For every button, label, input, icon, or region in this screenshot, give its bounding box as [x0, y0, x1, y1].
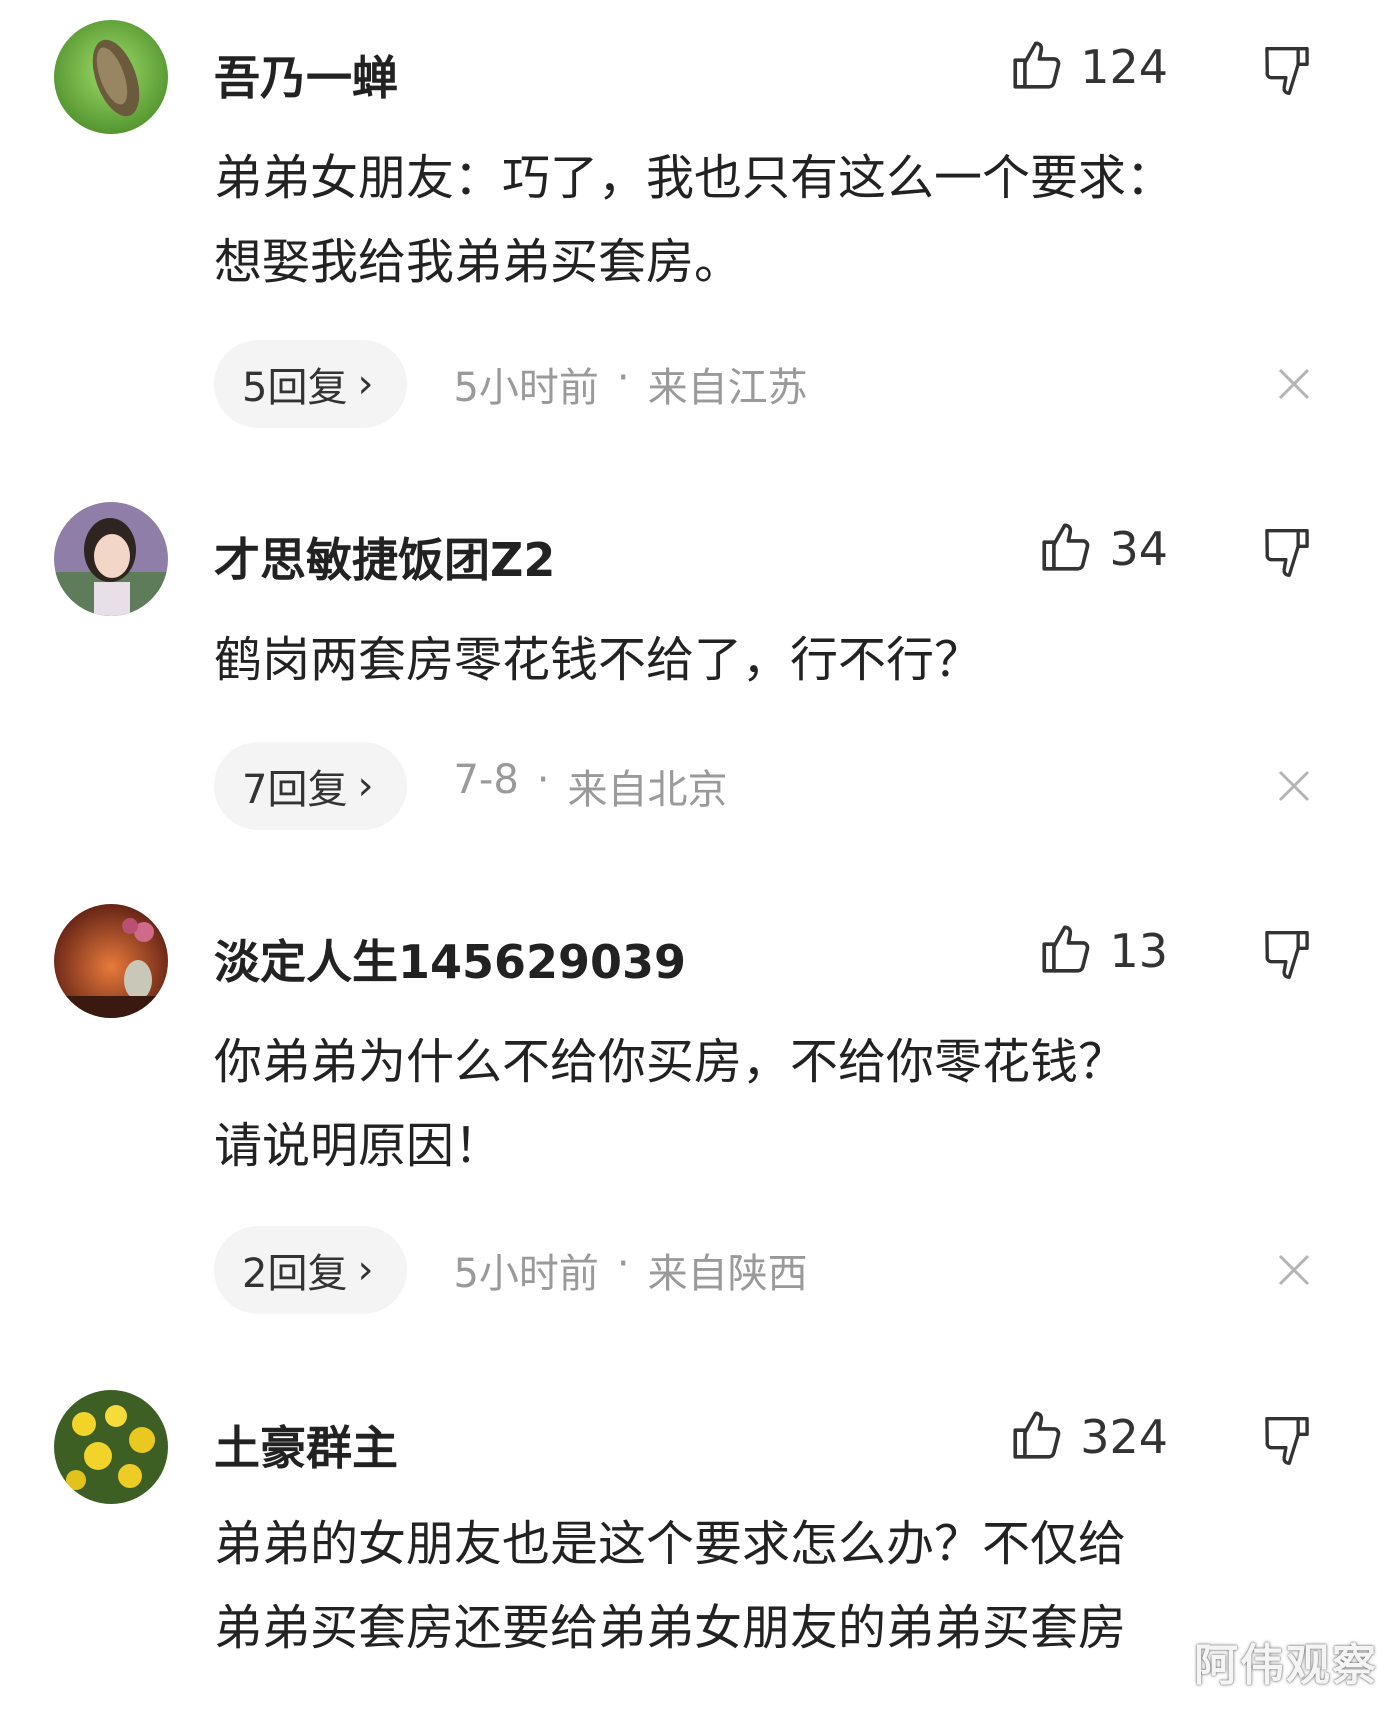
comment-content: 弟弟的女朋友也是这个要求怎么办？不仅给 弟弟买套房还要给弟弟女朋友的弟弟买套房 — [214, 1502, 1324, 1670]
watermark: 阿伟观察 — [1194, 1640, 1378, 1691]
comment-content: 你弟弟为什么不给你买房，不给你零花钱？ 请说明原因！ — [214, 1020, 1324, 1188]
replies-button[interactable]: 7回复 › — [214, 742, 408, 830]
like-button[interactable]: 13 — [1037, 920, 1168, 982]
meta-info: 5小时前 · 来自江苏 — [453, 355, 807, 413]
replies-button[interactable]: 5回复 › — [214, 340, 408, 428]
content-line: 鹤岗两套房零花钱不给了，行不行？ — [214, 632, 983, 688]
comment-content: 鹤岗两套房零花钱不给了，行不行？ — [214, 618, 1324, 702]
close-icon[interactable] — [1274, 364, 1314, 404]
separator: · — [536, 757, 550, 803]
timestamp: 5小时前 — [453, 1251, 599, 1297]
username[interactable]: 才思敏捷饭团Z2 — [214, 524, 555, 590]
like-button[interactable]: 324 — [1008, 1406, 1168, 1468]
location: 来自江苏 — [647, 365, 808, 411]
like-count: 13 — [1109, 924, 1168, 978]
thumb-up-icon — [1037, 518, 1095, 580]
avatar[interactable] — [54, 904, 168, 1018]
meta-info: 7-8 · 来自北京 — [453, 757, 727, 815]
meta-info: 5小时前 · 来自陕西 — [453, 1241, 807, 1299]
content-line: 请说明原因！ — [214, 1118, 503, 1174]
location: 来自北京 — [567, 767, 728, 813]
comment-meta: 7回复 › 7-8 · 来自北京 — [214, 742, 728, 830]
thumb-up-icon — [1008, 1406, 1066, 1468]
thumb-down-icon — [1260, 47, 1314, 104]
content-line: 弟弟女朋友：巧了，我也只有这么一个要求： — [214, 150, 1175, 206]
replies-button[interactable]: 2回复 › — [214, 1226, 408, 1314]
avatar[interactable] — [54, 20, 168, 134]
avatar[interactable] — [54, 502, 168, 616]
reply-count: 7回复 — [242, 767, 348, 813]
dislike-button[interactable] — [1260, 524, 1314, 582]
location: 来自陕西 — [647, 1251, 808, 1297]
comment-content: 弟弟女朋友：巧了，我也只有这么一个要求： 想娶我给我弟弟买套房。 — [214, 136, 1324, 304]
reply-count: 5回复 — [242, 365, 348, 411]
username[interactable]: 土豪群主 — [214, 1412, 398, 1478]
dislike-button[interactable] — [1260, 1412, 1314, 1470]
chevron-right-icon: › — [357, 361, 374, 407]
comment-meta: 2回复 › 5小时前 · 来自陕西 — [214, 1226, 808, 1314]
like-button[interactable]: 34 — [1037, 518, 1168, 580]
dislike-button[interactable] — [1260, 42, 1314, 100]
like-count: 34 — [1109, 522, 1168, 576]
thumb-down-icon — [1260, 529, 1314, 586]
like-button[interactable]: 124 — [1008, 36, 1168, 98]
like-count: 124 — [1080, 40, 1168, 94]
thumb-up-icon — [1008, 36, 1066, 98]
chevron-right-icon: › — [357, 1247, 374, 1293]
timestamp: 5小时前 — [453, 365, 599, 411]
username[interactable]: 吾乃一蝉 — [214, 42, 398, 108]
avatar[interactable] — [54, 1390, 168, 1504]
content-line: 弟弟的女朋友也是这个要求怎么办？不仅给 — [214, 1516, 1127, 1572]
separator: · — [616, 355, 630, 401]
separator: · — [616, 1241, 630, 1287]
thumb-down-icon — [1260, 1417, 1314, 1474]
thumb-down-icon — [1260, 931, 1314, 988]
dislike-button[interactable] — [1260, 926, 1314, 984]
thumb-up-icon — [1037, 920, 1095, 982]
close-icon[interactable] — [1274, 1250, 1314, 1290]
content-line: 你弟弟为什么不给你买房，不给你零花钱？ — [214, 1034, 1127, 1090]
reply-count: 2回复 — [242, 1251, 348, 1297]
comment-meta: 5回复 › 5小时前 · 来自江苏 — [214, 340, 808, 428]
close-icon[interactable] — [1274, 766, 1314, 806]
timestamp: 7-8 — [453, 757, 519, 803]
chevron-right-icon: › — [357, 763, 374, 809]
content-line: 想娶我给我弟弟买套房。 — [214, 234, 743, 290]
content-line: 弟弟买套房还要给弟弟女朋友的弟弟买套房 — [214, 1600, 1127, 1656]
username[interactable]: 淡定人生145629039 — [214, 926, 686, 992]
like-count: 324 — [1080, 1410, 1168, 1464]
